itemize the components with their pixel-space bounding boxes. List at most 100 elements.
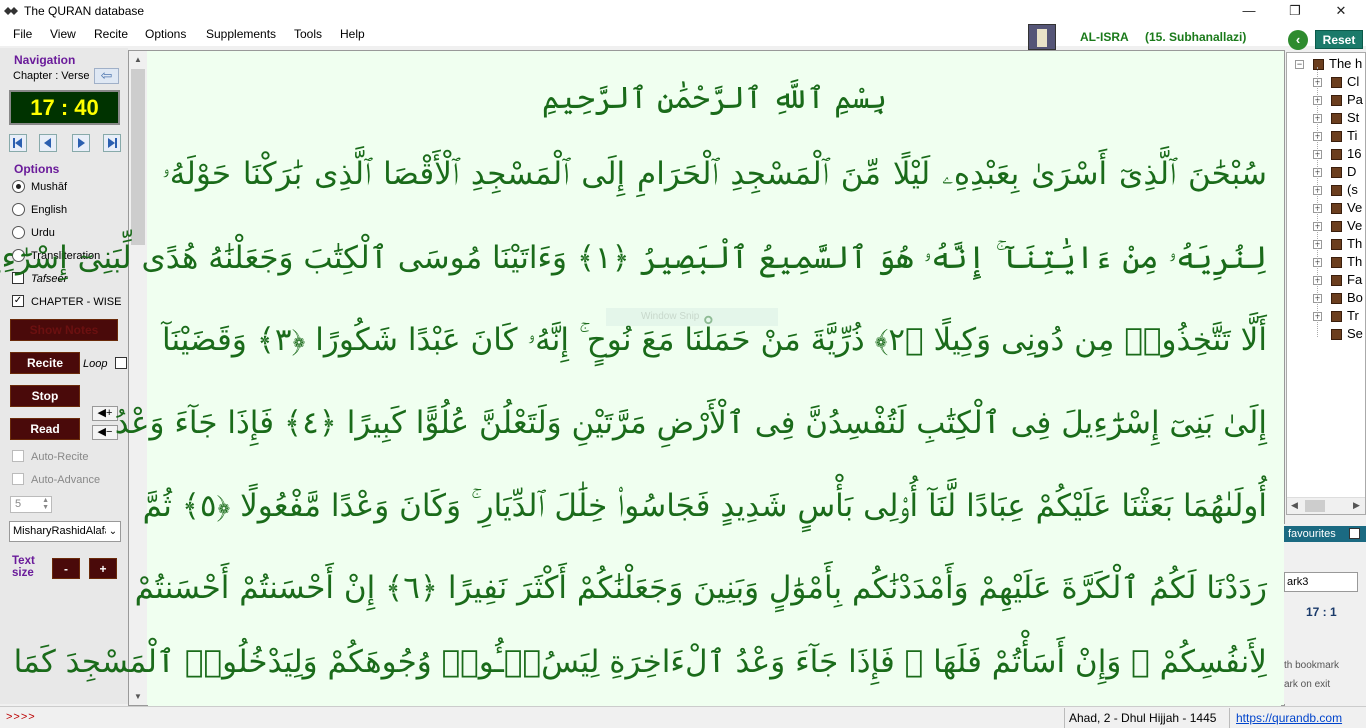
read-button[interactable]: Read [10, 418, 80, 440]
menu-tools[interactable]: Tools [294, 27, 322, 41]
chapter-wise-label: CHAPTER - WISE [31, 296, 122, 308]
verse-line-4: إِلَىٰ بَنِىٓ إِسْرَٰٓءِيلَ فِى ٱلْكِتَٰ… [114, 405, 1267, 441]
favourites-bar[interactable]: favourites [1284, 526, 1366, 542]
tree-item-label: (s [1347, 182, 1358, 197]
verse-line-2: لِنُرِيَهُۥ مِنْ ءَايَٰتِنَآ ۚ إِنَّهُۥ … [0, 240, 1267, 276]
tree-item-label: Th [1347, 236, 1363, 251]
chapter-verse-display[interactable]: 17 : 40 [9, 90, 120, 125]
text-size-plus-button[interactable]: + [89, 558, 117, 579]
tree-item-label: 16 [1347, 146, 1362, 161]
tree-item-label: The h [1329, 56, 1363, 71]
recite-button[interactable]: Recite [10, 352, 80, 374]
contents-tree[interactable]: − The h + Cl + Pa + St + Ti +16 + D + (s + Ve + Ve + Th + Th + F… [1286, 52, 1366, 515]
expand-icon[interactable]: − [1295, 60, 1304, 69]
book-icon [1331, 77, 1342, 88]
tree-item-label: St [1347, 110, 1360, 125]
book-icon [1331, 185, 1342, 196]
menu-help[interactable]: Help [340, 27, 365, 41]
surah-name: AL-ISRA [1080, 30, 1129, 44]
menu-supplements[interactable]: Supplements [206, 27, 276, 41]
back-icon[interactable]: ⇦ [94, 68, 119, 84]
menu-view[interactable]: View [50, 27, 76, 41]
reciter-select[interactable]: MisharyRashidAlafasy ⌄ [9, 521, 121, 542]
tree-item-label: Pa [1347, 92, 1363, 107]
book-icon [1331, 311, 1342, 322]
book-icon [1331, 257, 1342, 268]
bookmark-input[interactable]: ark3 [1284, 572, 1358, 592]
title-bar: The QURAN database — ❐ ✕ [0, 0, 1366, 23]
quran-text-area: بِسْمِ ٱللَّهِ ٱلرَّحْمَٰنِ ٱلرَّحِيمِ س… [0, 58, 1281, 706]
chevron-down-icon: ⌄ [106, 522, 120, 541]
book-icon [1331, 329, 1342, 340]
stop-button[interactable]: Stop [10, 385, 80, 407]
back-arrow-icon[interactable]: ‹ [1288, 30, 1308, 50]
close-button[interactable]: ✕ [1318, 0, 1364, 23]
app-logo-icon [4, 7, 18, 15]
verse-line-6: رَدَدْنَا لَكُمُ ٱلْكَرَّةَ عَلَيْهِمْ و… [134, 570, 1267, 606]
tree-item-label: Th [1347, 254, 1363, 269]
surah-number: (15. Subhanallazi) [1145, 30, 1247, 44]
website-link[interactable]: https://qurandb.com [1236, 711, 1342, 725]
book-icon [1331, 167, 1342, 178]
previous-icon[interactable] [39, 134, 57, 152]
tree-item-label: Ti [1347, 128, 1358, 143]
loop-label: Loop [83, 358, 108, 370]
book-icon [1331, 275, 1342, 286]
reciter-value: MisharyRashidAlafasy [13, 525, 121, 537]
tree-item-label: Tr [1347, 308, 1359, 323]
hijri-date: Ahad, 2 - Dhul Hijjah - 1445 [1069, 711, 1217, 725]
mushaf-label: Mushāf [31, 181, 68, 193]
maximize-button[interactable]: ❐ [1272, 0, 1318, 23]
english-radio[interactable] [12, 203, 25, 216]
menu-recite[interactable]: Recite [94, 27, 128, 41]
verse-line-5: أُولَىٰهُمَا بَعَثْنَا عَلَيْكُمْ عِبَاد… [142, 488, 1267, 524]
scrollbar-thumb[interactable] [131, 69, 145, 245]
tree-hscrollbar[interactable]: ◀ ▶ [1287, 497, 1365, 514]
text-size-minus-button[interactable]: - [52, 558, 80, 579]
favourites-label: favourites [1288, 528, 1336, 540]
minimize-button[interactable]: — [1226, 0, 1272, 23]
options-title: Options [14, 162, 60, 176]
auto-advance-label: Auto-Advance [31, 474, 101, 486]
bookmark-position: 17 : 1 [1306, 605, 1337, 619]
english-label: English [31, 204, 68, 216]
book-icon [1331, 149, 1342, 160]
tree-item-label: Bo [1347, 290, 1363, 305]
auto-recite-checkbox[interactable] [12, 450, 24, 462]
book-icon [1331, 95, 1342, 106]
show-notes-button[interactable]: Show Notes [10, 319, 118, 341]
text-size-label: Text size [12, 555, 35, 579]
loop-checkbox[interactable] [115, 357, 127, 369]
verse-line-1: سُبْحَٰنَ ٱلَّذِىٓ أَسْرَىٰ بِعَبْدِهِۦ … [162, 156, 1267, 192]
menu-options[interactable]: Options [145, 27, 186, 41]
tree-item-label: Se [1347, 326, 1363, 341]
tree-item-label: Cl [1347, 74, 1360, 89]
menu-file[interactable]: File [13, 27, 32, 41]
book-icon [1331, 221, 1342, 232]
book-icon [1331, 239, 1342, 250]
interval-value: 5 [15, 498, 22, 510]
next-icon[interactable] [72, 134, 90, 152]
reset-button[interactable]: Reset [1315, 30, 1363, 49]
interval-stepper[interactable]: 5 ▲ ▼ [10, 496, 52, 513]
favourites-checkbox[interactable] [1349, 528, 1360, 539]
bookmark-note-2: ark on exit [1284, 679, 1331, 690]
bismillah: بِسْمِ ٱللَّهِ ٱلرَّحْمَٰنِ ٱلرَّحِيمِ [541, 81, 887, 116]
navigation-title: Navigation [14, 53, 76, 67]
window-title: The QURAN database [24, 4, 145, 18]
left-panel: Navigation Chapter : Verse ⇦ 17 : 40 Opt… [0, 48, 128, 704]
tree-item-label: Fa [1347, 272, 1363, 287]
chapter-wise-checkbox[interactable]: ✓ [12, 295, 24, 307]
mushaf-radio[interactable] [12, 180, 25, 193]
book-icon [1331, 131, 1342, 142]
last-icon[interactable] [103, 134, 121, 152]
auto-recite-label: Auto-Recite [31, 451, 89, 463]
book-icon [1331, 113, 1342, 124]
tree-item-label: D [1347, 164, 1357, 179]
first-icon[interactable] [9, 134, 27, 152]
chapter-verse-label: Chapter : Verse [13, 70, 90, 82]
status-arrows: >>>> [6, 711, 36, 723]
auto-advance-checkbox[interactable] [12, 473, 24, 485]
verse-line-7: لِأَنفُسِكُمْ ۖ وَإِنْ أَسَأْتُمْ فَلَهَ… [13, 644, 1267, 680]
book-icon [1313, 59, 1324, 70]
